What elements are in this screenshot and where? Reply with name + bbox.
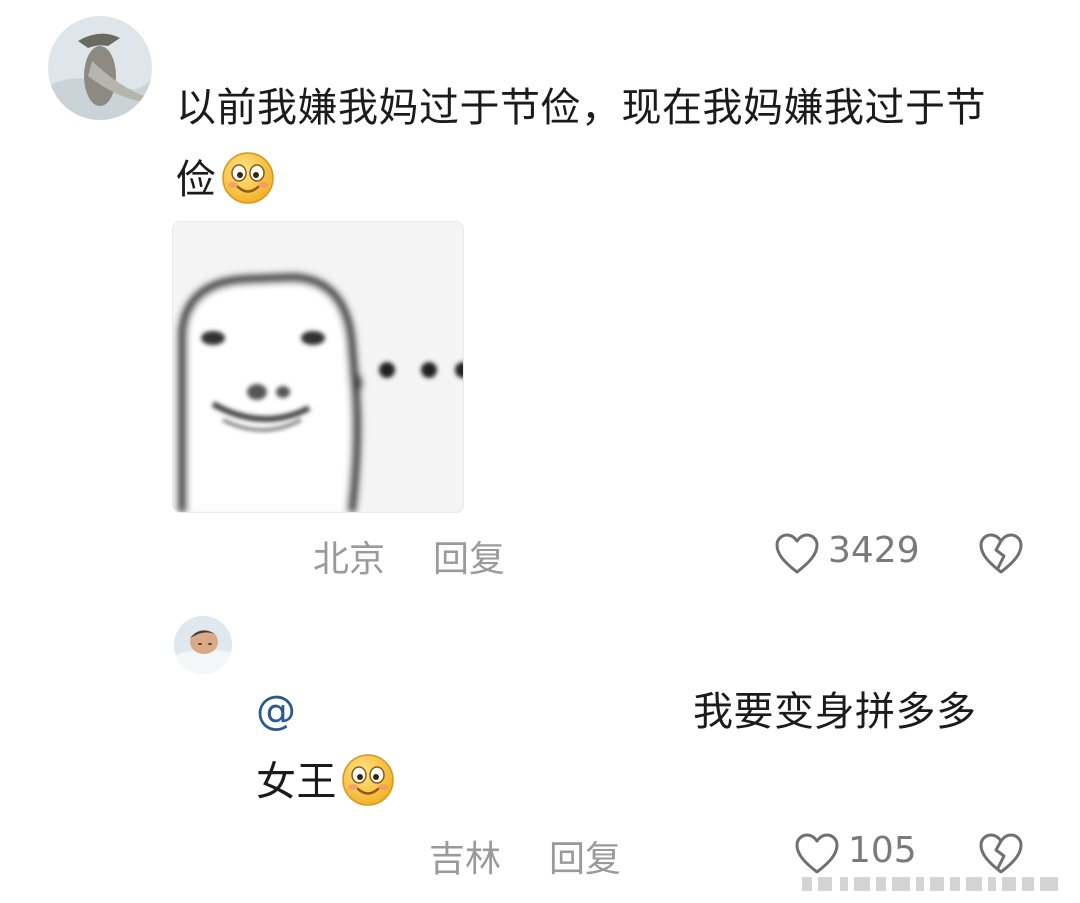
reply-text-line2: 女王 (256, 759, 337, 805)
watermark-logo (796, 873, 1066, 893)
reply-avatar[interactable] (174, 616, 232, 674)
reply-location: 吉林 (429, 839, 502, 880)
reply-text-cont: 女王 (256, 746, 395, 818)
mention-link[interactable]: @ (256, 688, 296, 734)
meme-image[interactable] (172, 221, 464, 513)
like-count: 3429 (828, 530, 920, 571)
avatar-image (174, 616, 232, 674)
comment-text-line2: 俭 (176, 157, 217, 203)
avatar[interactable] (48, 16, 152, 120)
broken-heart-icon[interactable] (978, 532, 1024, 576)
smile-emoji-icon (341, 753, 395, 807)
reply-button[interactable]: 回复 (433, 530, 505, 582)
reply-button[interactable]: 回复 (549, 830, 621, 882)
comment-location: 北京 (313, 539, 386, 580)
like-count: 105 (848, 830, 917, 871)
comment-text: 以前我嫌我妈过于节俭，现在我妈嫌我过于节 (176, 72, 986, 144)
comment-text-cont: 俭 (176, 144, 275, 216)
avatar-image (48, 16, 152, 120)
reply-text-line1: 我要变身拼多多 (693, 689, 977, 735)
comment-text-line1: 以前我嫌我妈过于节俭，现在我妈嫌我过于节 (176, 85, 986, 131)
blurry-face-meme-icon (173, 222, 463, 512)
smile-emoji-icon (221, 151, 275, 205)
heart-icon (775, 533, 819, 574)
